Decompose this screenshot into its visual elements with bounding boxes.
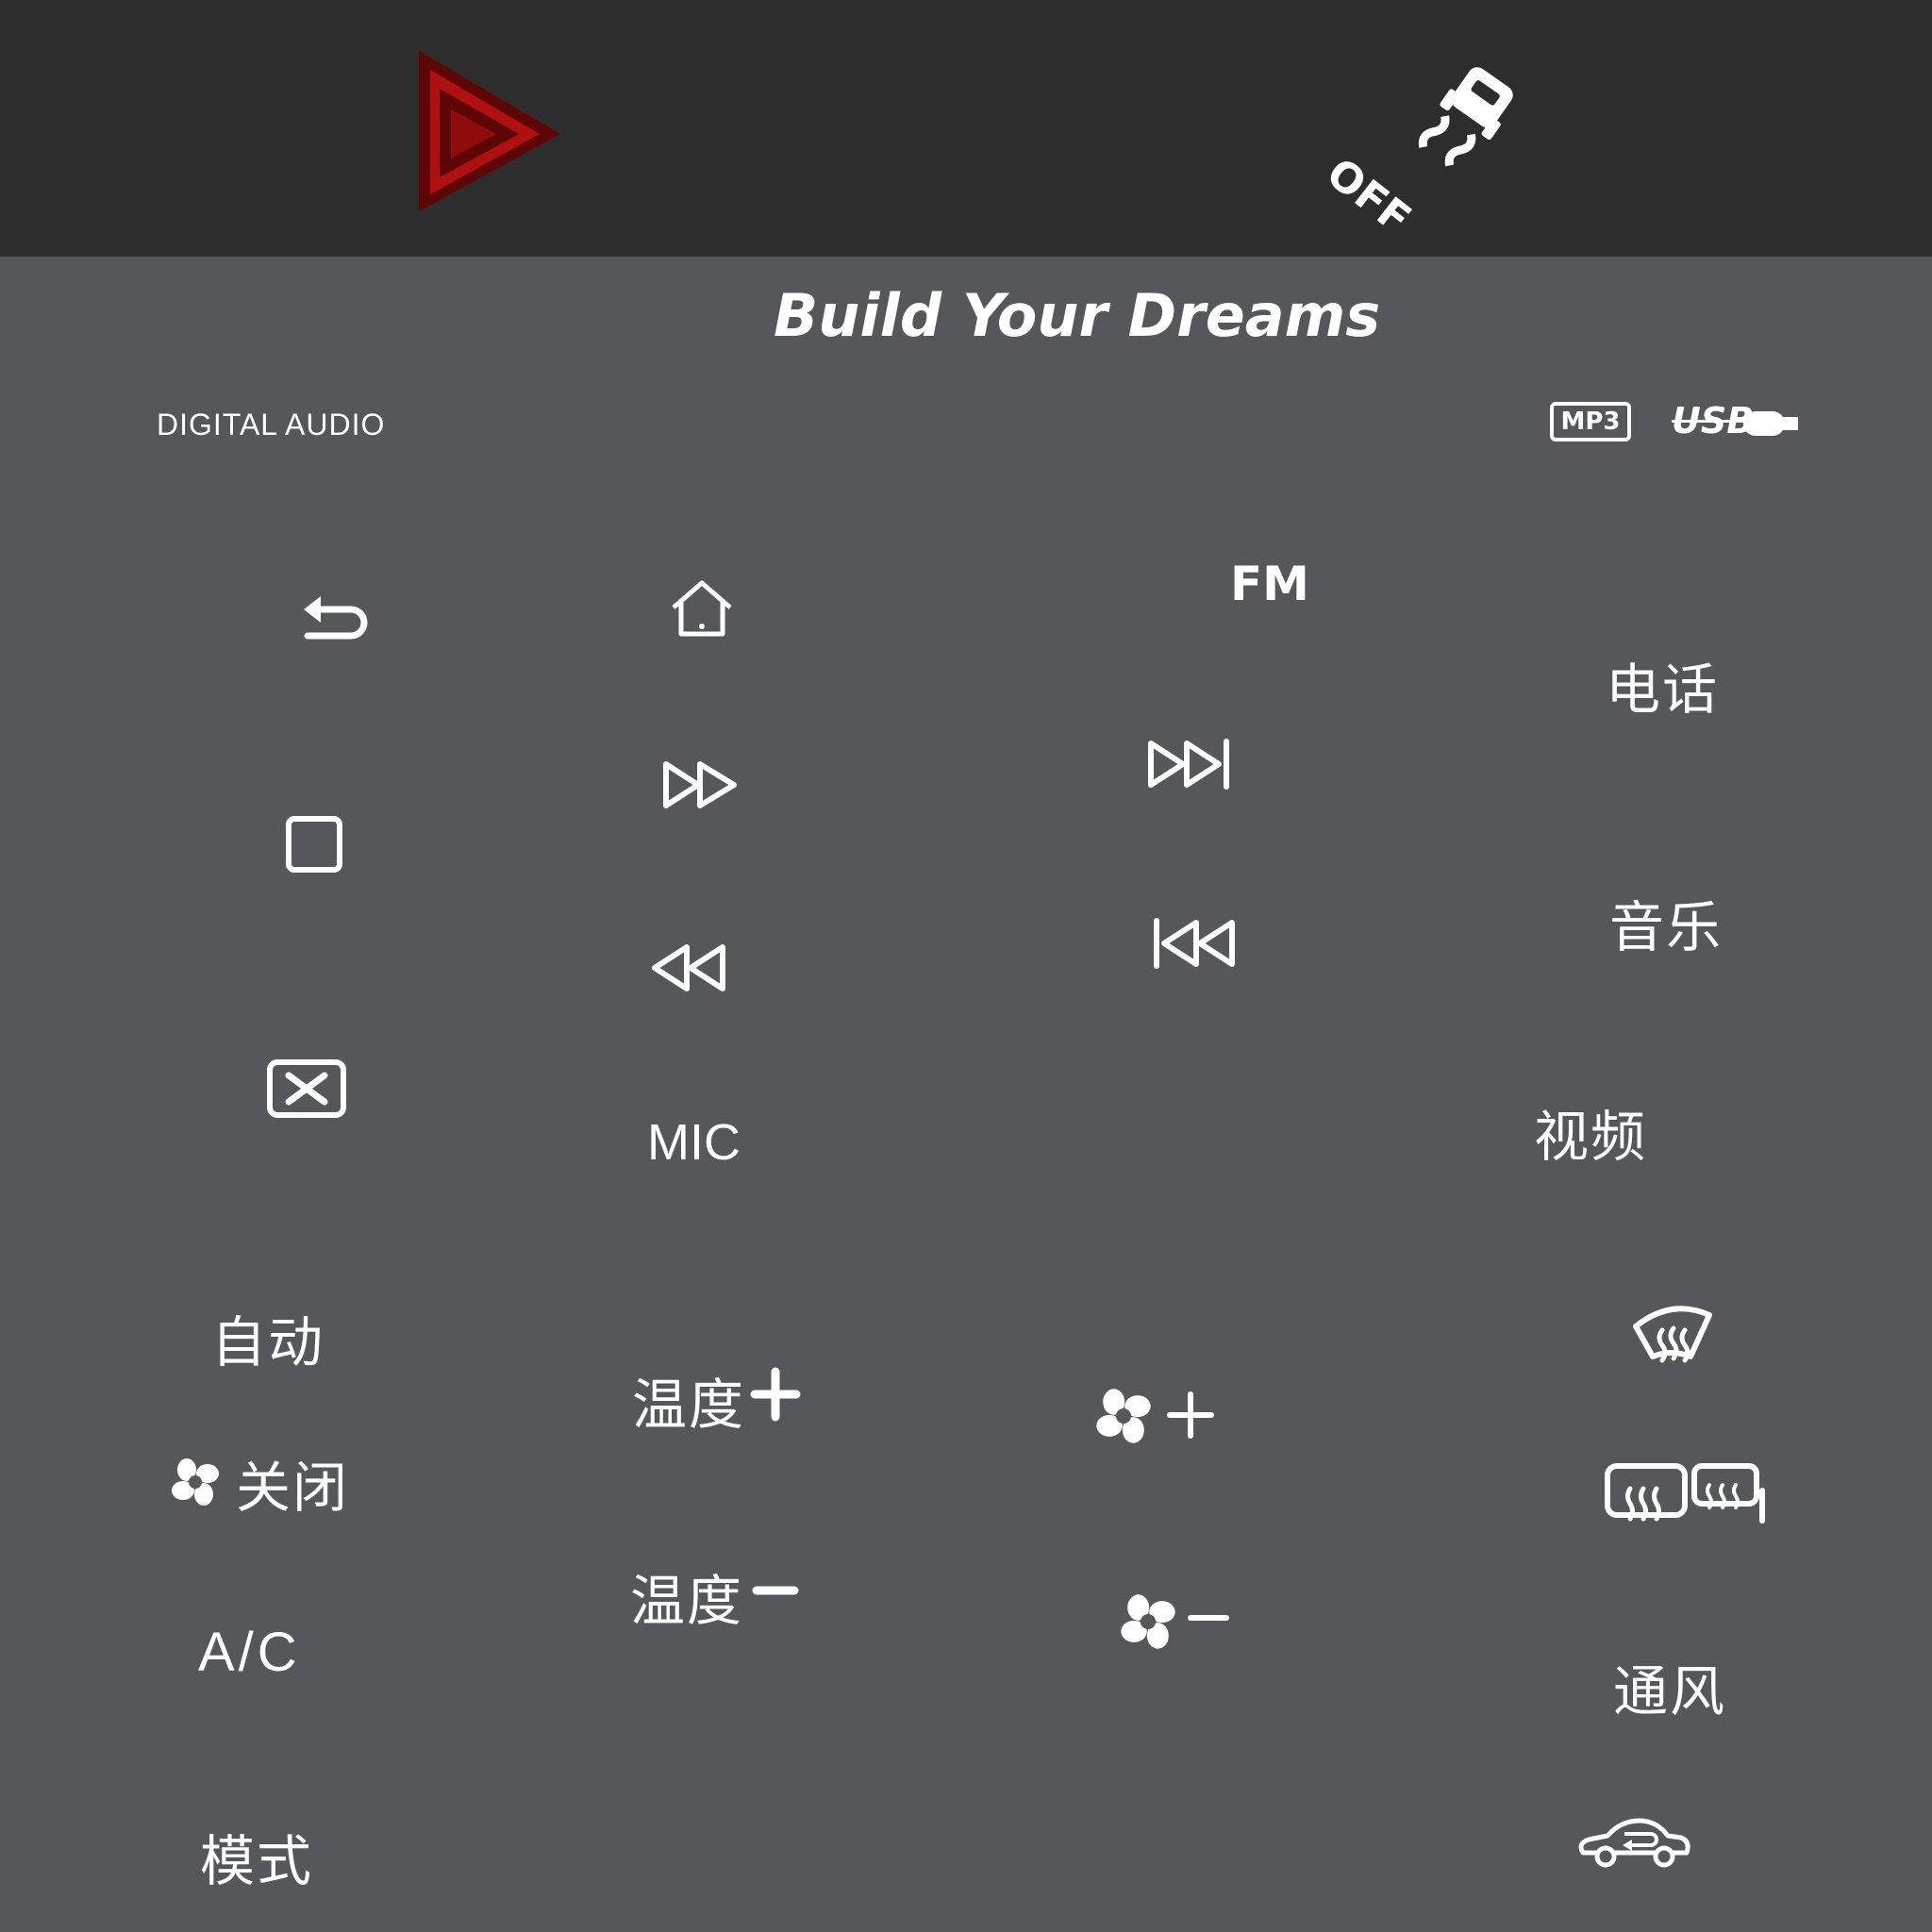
usb-badge: USB <box>1672 400 1800 445</box>
usb-badge-label: USB <box>1672 400 1755 441</box>
ac-button[interactable]: A/C <box>198 1621 301 1684</box>
mute-x-icon <box>267 1059 346 1118</box>
hazard-warning-triangle-icon <box>419 51 560 211</box>
auto-button[interactable]: 自动 <box>211 1298 325 1377</box>
usb-plug-icon <box>1743 411 1798 436</box>
plus-icon <box>1167 1391 1214 1439</box>
top-bar <box>0 0 1932 257</box>
rear-defrost-icon <box>1605 1463 1765 1524</box>
fast-forward-button[interactable] <box>660 758 741 811</box>
previous-track-button[interactable] <box>1151 917 1240 970</box>
mode-button[interactable]: 模式 <box>200 1817 313 1896</box>
video-button[interactable]: 视频 <box>1534 1092 1647 1172</box>
digital-audio-label: DIGITAL AUDIO <box>157 408 386 441</box>
rewind-icon <box>652 944 725 991</box>
temp-up-label: 温度 <box>632 1373 746 1437</box>
traction-control-off-button[interactable]: OFF <box>1318 49 1528 243</box>
recirculation-button[interactable] <box>1574 1813 1694 1875</box>
stop-square-icon <box>286 816 342 873</box>
fan-icon <box>1121 1594 1175 1649</box>
temp-down-button[interactable]: 温度 <box>630 1557 806 1633</box>
fan-icon <box>172 1458 219 1506</box>
skip-next-icon <box>1148 739 1229 790</box>
mute-button[interactable] <box>266 1058 347 1119</box>
mic-button[interactable]: MIC <box>647 1113 741 1172</box>
fast-forward-icon <box>663 761 737 808</box>
fan-off-button[interactable]: 关闭 <box>170 1443 358 1520</box>
minus-icon <box>1188 1615 1229 1621</box>
temp-up-button[interactable]: 温度 <box>632 1360 808 1437</box>
front-defrost-icon <box>1633 1306 1712 1363</box>
temp-down-label: 温度 <box>630 1569 744 1633</box>
fan-off-label: 关闭 <box>236 1456 350 1520</box>
air-recirculation-icon <box>1578 1818 1690 1868</box>
phone-button[interactable]: 电话 <box>1606 645 1719 724</box>
fan-speed-down-button[interactable] <box>1119 1591 1232 1653</box>
fm-button[interactable]: FM <box>1230 557 1309 611</box>
music-button[interactable]: 音乐 <box>1609 883 1723 962</box>
skip-previous-icon <box>1154 918 1235 969</box>
plus-icon <box>750 1367 801 1422</box>
front-defrost-button[interactable] <box>1630 1302 1713 1374</box>
home-icon <box>672 580 732 637</box>
fan-icon <box>1096 1389 1151 1443</box>
back-arrow-icon <box>304 596 368 640</box>
mp3-badge: MP3 <box>1550 402 1631 441</box>
mp3-badge-label: MP3 <box>1560 408 1621 436</box>
next-track-button[interactable] <box>1145 738 1234 791</box>
minus-icon <box>752 1586 799 1595</box>
rear-defrost-button[interactable] <box>1604 1460 1770 1536</box>
home-button[interactable] <box>668 579 736 638</box>
fan-speed-up-button[interactable] <box>1094 1385 1217 1447</box>
hazard-button[interactable] <box>411 45 562 215</box>
brand-tagline: Build Your Dreams <box>774 281 1381 350</box>
back-button[interactable] <box>302 591 370 643</box>
stop-button[interactable] <box>285 815 343 874</box>
rewind-button[interactable] <box>647 941 728 994</box>
ventilation-button[interactable]: 通风 <box>1613 1647 1726 1726</box>
